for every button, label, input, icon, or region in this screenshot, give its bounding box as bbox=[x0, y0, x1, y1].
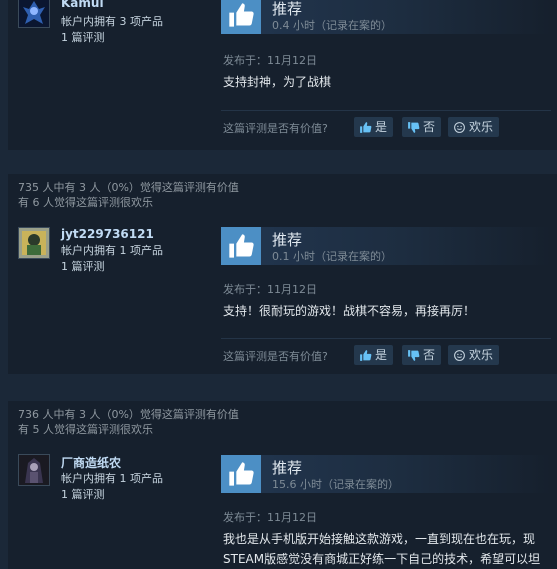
posted-date: 发布于：11月12日 bbox=[223, 54, 317, 67]
avatar[interactable] bbox=[18, 227, 50, 259]
review-count[interactable]: 1 篇评测 bbox=[61, 487, 105, 503]
review-text: 支持封神，为了战棋 bbox=[223, 75, 332, 89]
thumbs-up-icon bbox=[221, 227, 261, 265]
recommendation-box[interactable]: 推荐 0.4 小时（记录在案的） bbox=[221, 0, 551, 34]
thumbs-down-icon bbox=[407, 121, 420, 134]
vote-yes-label: 是 bbox=[375, 120, 388, 134]
owned-products[interactable]: 帐户内拥有 1 项产品 bbox=[61, 243, 163, 259]
vote-no-button[interactable]: 否 bbox=[402, 345, 442, 365]
avatar[interactable] bbox=[18, 0, 50, 28]
review-text: 我也是从手机版开始接触这款游戏，一直到现在也在玩，现 STEAM版感觉没有商城正… bbox=[223, 532, 541, 566]
review-card: Kamui 帐户内拥有 3 项产品 1 篇评测 推荐 0.4 小时（记录在案的）… bbox=[8, 0, 557, 150]
hours-played: 15.6 小时（记录在案的） bbox=[272, 478, 399, 491]
thumbs-up-icon bbox=[221, 455, 261, 493]
owned-products[interactable]: 帐户内拥有 3 项产品 bbox=[61, 14, 163, 30]
vote-no-button[interactable]: 否 bbox=[402, 117, 442, 137]
thumbs-down-icon bbox=[407, 349, 420, 362]
vote-no-label: 否 bbox=[423, 120, 436, 134]
vote-yes-button[interactable]: 是 bbox=[354, 117, 394, 137]
review-count[interactable]: 1 篇评测 bbox=[61, 259, 105, 275]
vote-yes-button[interactable]: 是 bbox=[354, 345, 394, 365]
smiley-icon bbox=[453, 121, 466, 134]
review-text: 支持！很耐玩的游戏！战棋不容易，再接再厉！ bbox=[223, 304, 476, 318]
helpful-question: 这篇评测是否有价值? bbox=[223, 122, 328, 135]
author-name[interactable]: jyt229736121 bbox=[61, 227, 154, 241]
divider bbox=[221, 110, 551, 111]
vote-yes-label: 是 bbox=[375, 348, 388, 362]
hours-played: 0.4 小时（记录在案的） bbox=[272, 19, 392, 32]
helpful-summary: 735 人中有 3 人（0%）觉得这篇评测有价值 bbox=[18, 181, 239, 194]
vote-funny-button[interactable]: 欢乐 bbox=[448, 117, 500, 137]
funny-summary: 有 5 人觉得这篇评测很欢乐 bbox=[18, 423, 153, 436]
review-count[interactable]: 1 篇评测 bbox=[61, 30, 105, 46]
smiley-icon bbox=[453, 349, 466, 362]
helpful-question: 这篇评测是否有价值? bbox=[223, 350, 328, 363]
hours-played: 0.1 小时（记录在案的） bbox=[272, 250, 392, 263]
vote-funny-button[interactable]: 欢乐 bbox=[448, 345, 500, 365]
review-card: 736 人中有 3 人（0%）觉得这篇评测有价值 有 5 人觉得这篇评测很欢乐 … bbox=[8, 401, 557, 569]
owned-products[interactable]: 帐户内拥有 1 项产品 bbox=[61, 471, 163, 487]
funny-summary: 有 6 人觉得这篇评测很欢乐 bbox=[18, 196, 153, 209]
divider bbox=[221, 338, 551, 339]
thumbs-up-icon bbox=[359, 349, 372, 362]
vote-no-label: 否 bbox=[423, 348, 436, 362]
posted-date: 发布于：11月12日 bbox=[223, 283, 317, 296]
recommendation-label: 推荐 bbox=[272, 231, 303, 249]
avatar[interactable] bbox=[18, 454, 50, 486]
author-name[interactable]: 厂商造纸农 bbox=[61, 454, 121, 471]
review-card: 735 人中有 3 人（0%）觉得这篇评测有价值 有 6 人觉得这篇评测很欢乐 … bbox=[8, 174, 557, 374]
helpful-summary: 736 人中有 3 人（0%）觉得这篇评测有价值 bbox=[18, 408, 239, 421]
author-name[interactable]: Kamui bbox=[61, 0, 104, 10]
recommendation-box[interactable]: 推荐 0.1 小时（记录在案的） bbox=[221, 227, 551, 265]
thumbs-up-icon bbox=[359, 121, 372, 134]
recommendation-box[interactable]: 推荐 15.6 小时（记录在案的） bbox=[221, 455, 551, 493]
vote-funny-label: 欢乐 bbox=[469, 120, 494, 134]
thumbs-up-icon bbox=[221, 0, 261, 34]
vote-funny-label: 欢乐 bbox=[469, 348, 494, 362]
recommendation-label: 推荐 bbox=[272, 459, 303, 477]
posted-date: 发布于：11月12日 bbox=[223, 511, 317, 524]
